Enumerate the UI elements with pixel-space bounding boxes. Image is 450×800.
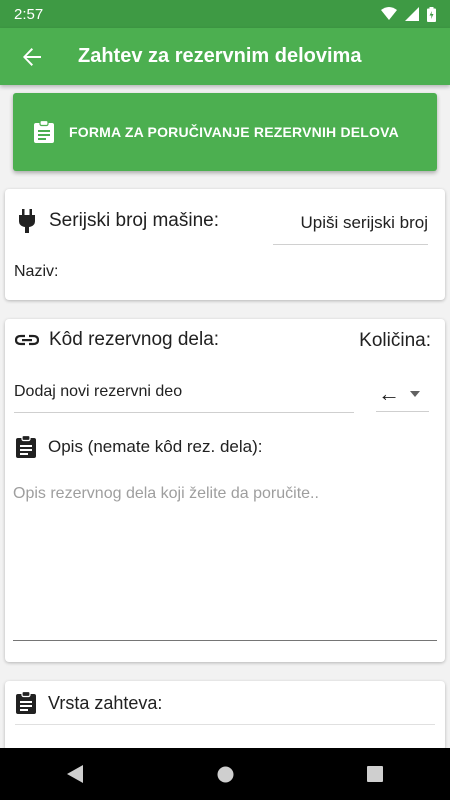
description-placeholder: Opis rezervnog dela koji želite da poruč… (13, 485, 319, 502)
spare-part-card: Kôd rezervnog dela: Količina: Dodaj novi… (5, 319, 445, 662)
serial-number-input[interactable]: Upiši serijski broj (273, 201, 428, 245)
status-bar: 2:57 (0, 0, 450, 28)
description-row: Opis (nemate kôd rez. dela): (15, 435, 262, 459)
quantity-label: Količina: (359, 330, 431, 351)
wifi-icon (381, 7, 397, 20)
status-time: 2:57 (14, 5, 44, 23)
part-code-label: Kôd rezervnog dela: (49, 329, 220, 350)
quantity-dropdown[interactable]: ← (376, 376, 429, 412)
serial-row: Serijski broj mašine: (17, 209, 219, 233)
request-type-label: Vrsta zahteva: (48, 692, 163, 713)
serial-number-label: Serijski broj mašine: (49, 210, 219, 231)
description-textarea[interactable]: Opis rezervnog dela koji želite da poruč… (13, 479, 437, 641)
nav-home-icon (217, 766, 233, 782)
link-icon (15, 334, 39, 346)
battery-icon (427, 6, 436, 22)
request-type-card: Vrsta zahteva: (5, 681, 445, 751)
nav-recents-button[interactable] (345, 754, 405, 794)
description-label: Opis (nemate kôd rez. dela): (48, 437, 263, 456)
dropdown-arrow-icon (410, 390, 420, 397)
add-part-input-text: Dodaj novi rezervni deo (14, 382, 183, 400)
serial-number-input-text: Upiši serijski broj (300, 212, 428, 232)
banner-label: FORMA ZA PORUČIVANJE REZERVNIH DELOVA (69, 124, 399, 140)
part-code-row: Kôd rezervnog dela: (15, 329, 219, 351)
nav-back-icon (67, 765, 83, 783)
machine-card: Serijski broj mašine: Upiši serijski bro… (5, 189, 445, 300)
request-type-row: Vrsta zahteva: (15, 691, 162, 715)
name-label: Naziv: (14, 263, 59, 280)
add-part-input[interactable]: Dodaj novi rezervni deo (14, 371, 354, 413)
order-form-banner[interactable]: FORMA ZA PORUČIVANJE REZERVNIH DELOVA (13, 93, 437, 171)
request-type-divider (15, 724, 435, 725)
plug-icon (19, 209, 35, 233)
arrow-back-icon (23, 47, 41, 66)
app-bar: Zahtev za rezervnim delovima (0, 28, 450, 85)
nav-recents-icon (367, 766, 383, 782)
nav-back-button[interactable] (45, 754, 105, 794)
name-row: Naziv: (14, 263, 58, 281)
clipboard-icon (16, 691, 36, 714)
quantity-value: ← (378, 380, 400, 406)
nav-home-button[interactable] (195, 754, 255, 794)
signal-icon (405, 7, 419, 21)
navigation-bar (0, 748, 450, 800)
clipboard-icon (16, 435, 36, 458)
page-title: Zahtev za rezervnim delovima (78, 45, 362, 67)
clipboard-icon (34, 120, 54, 143)
back-button[interactable] (14, 39, 50, 75)
status-icons (381, 6, 436, 22)
